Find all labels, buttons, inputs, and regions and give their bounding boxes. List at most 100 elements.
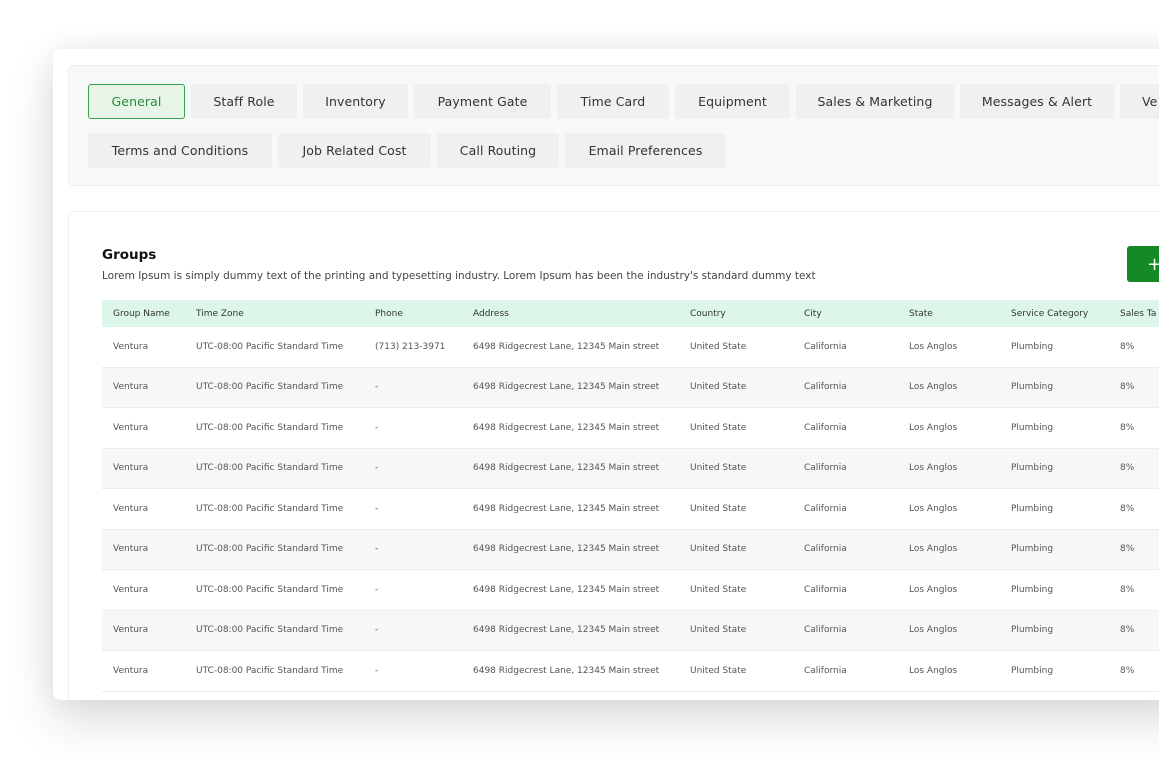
cell-time-zone: UTC-08:00 Pacific Standard Time [196, 341, 344, 352]
cell-address: 6498 Ridgecrest Lane, 12345 Main street [473, 422, 660, 433]
cell-city: California [804, 544, 847, 555]
cell-service-category: Plumbing [1011, 544, 1054, 555]
cell-state: Los Anglos [909, 382, 958, 393]
cell-sales-tax: 8% [1120, 584, 1135, 595]
tab-staff-role[interactable]: Staff Role [191, 84, 297, 119]
cell-country: United State [690, 584, 747, 595]
cell-address: 6498 Ridgecrest Lane, 12345 Main street [473, 584, 660, 595]
tab-payment-gate[interactable]: Payment Gate [414, 84, 551, 119]
tab-call-routing[interactable]: Call Routing [437, 133, 559, 168]
add-group-button[interactable]: + [1127, 246, 1159, 282]
table-row[interactable]: Ventura UTC-08:00 Pacific Standard Time - 6… [102, 570, 1159, 611]
column-header-country[interactable]: Country [690, 300, 726, 327]
column-header-sales-tax[interactable]: Sales Ta [1120, 300, 1156, 327]
cell-city: California [804, 584, 847, 595]
cell-service-category: Plumbing [1011, 341, 1054, 352]
cell-state: Los Anglos [909, 544, 958, 555]
cell-country: United State [690, 341, 747, 352]
cell-country: United State [690, 625, 747, 636]
cell-phone: - [375, 463, 379, 474]
tab-general[interactable]: General [88, 84, 185, 119]
tab-equipment[interactable]: Equipment [675, 84, 790, 119]
cell-group-name: Ventura [113, 625, 149, 636]
cell-group-name: Ventura [113, 503, 149, 514]
column-header-service-category[interactable]: Service Category [1011, 300, 1088, 327]
tab-time-card[interactable]: Time Card [557, 84, 669, 119]
cell-time-zone: UTC-08:00 Pacific Standard Time [196, 503, 344, 514]
cell-time-zone: UTC-08:00 Pacific Standard Time [196, 422, 344, 433]
cell-time-zone: UTC-08:00 Pacific Standard Time [196, 544, 344, 555]
groups-title: Groups [102, 247, 157, 263]
tab-inventory[interactable]: Inventory [303, 84, 408, 119]
cell-group-name: Ventura [113, 544, 149, 555]
cell-group-name: Ventura [113, 584, 149, 595]
table-row[interactable]: Ventura UTC-08:00 Pacific Standard Time - 6… [102, 408, 1159, 449]
cell-sales-tax: 8% [1120, 503, 1135, 514]
cell-phone: - [375, 625, 379, 636]
tab-terms-and-conditions[interactable]: Terms and Conditions [88, 133, 272, 168]
cell-sales-tax: 8% [1120, 665, 1135, 676]
column-header-state[interactable]: State [909, 300, 933, 327]
cell-phone: - [375, 665, 379, 676]
cell-phone: - [375, 422, 379, 433]
cell-sales-tax: 8% [1120, 544, 1135, 555]
cell-state: Los Anglos [909, 463, 958, 474]
cell-group-name: Ventura [113, 382, 149, 393]
cell-group-name: Ventura [113, 341, 149, 352]
table-header: Group Name Time Zone Phone Address Country Ci… [102, 300, 1159, 327]
cell-address: 6498 Ridgecrest Lane, 12345 Main street [473, 544, 660, 555]
cell-service-category: Plumbing [1011, 625, 1054, 636]
cell-state: Los Anglos [909, 584, 958, 595]
cell-country: United State [690, 382, 747, 393]
cell-address: 6498 Ridgecrest Lane, 12345 Main street [473, 382, 660, 393]
groups-table: Group Name Time Zone Phone Address Country Ci… [102, 300, 1159, 692]
tab-messages-alert[interactable]: Messages & Alert [960, 84, 1114, 119]
cell-sales-tax: 8% [1120, 625, 1135, 636]
cell-time-zone: UTC-08:00 Pacific Standard Time [196, 625, 344, 636]
cell-city: California [804, 503, 847, 514]
cell-phone: - [375, 584, 379, 595]
groups-description: Lorem Ipsum is simply dummy text of the … [102, 270, 816, 282]
cell-city: California [804, 625, 847, 636]
cell-time-zone: UTC-08:00 Pacific Standard Time [196, 665, 344, 676]
table-row[interactable]: Ventura UTC-08:00 Pacific Standard Time - 6… [102, 367, 1159, 408]
cell-country: United State [690, 463, 747, 474]
cell-time-zone: UTC-08:00 Pacific Standard Time [196, 382, 344, 393]
cell-state: Los Anglos [909, 341, 958, 352]
cell-address: 6498 Ridgecrest Lane, 12345 Main street [473, 463, 660, 474]
column-header-time-zone[interactable]: Time Zone [196, 300, 244, 327]
cell-phone: - [375, 503, 379, 514]
table-row[interactable]: Ventura UTC-08:00 Pacific Standard Time (7… [102, 327, 1159, 368]
cell-sales-tax: 8% [1120, 341, 1135, 352]
tab-sales-marketing[interactable]: Sales & Marketing [796, 84, 954, 119]
table-row[interactable]: Ventura UTC-08:00 Pacific Standard Time - 6… [102, 529, 1159, 570]
column-header-city[interactable]: City [804, 300, 822, 327]
settings-tabs-panel: General Staff Role Inventory Payment Gat… [68, 65, 1159, 186]
table-row[interactable]: Ventura UTC-08:00 Pacific Standard Time - 6… [102, 651, 1159, 692]
column-header-address[interactable]: Address [473, 300, 509, 327]
cell-city: California [804, 463, 847, 474]
column-header-phone[interactable]: Phone [375, 300, 403, 327]
table-row[interactable]: Ventura UTC-08:00 Pacific Standard Time - 6… [102, 489, 1159, 530]
table-row[interactable]: Ventura UTC-08:00 Pacific Standard Time - 6… [102, 610, 1159, 651]
cell-phone: (713) 213-3971 [375, 341, 446, 352]
cell-group-name: Ventura [113, 422, 149, 433]
cell-service-category: Plumbing [1011, 584, 1054, 595]
cell-group-name: Ventura [113, 463, 149, 474]
tab-job-related-cost[interactable]: Job Related Cost [278, 133, 431, 168]
cell-city: California [804, 382, 847, 393]
cell-sales-tax: 8% [1120, 422, 1135, 433]
tab-email-preferences[interactable]: Email Preferences [565, 133, 726, 168]
cell-state: Los Anglos [909, 625, 958, 636]
cell-service-category: Plumbing [1011, 503, 1054, 514]
column-header-group-name[interactable]: Group Name [113, 300, 170, 327]
plus-icon: + [1147, 253, 1159, 275]
table-row[interactable]: Ventura UTC-08:00 Pacific Standard Time - 6… [102, 448, 1159, 489]
cell-address: 6498 Ridgecrest Lane, 12345 Main street [473, 665, 660, 676]
cell-sales-tax: 8% [1120, 463, 1135, 474]
settings-window: General Staff Role Inventory Payment Gat… [53, 49, 1159, 700]
cell-city: California [804, 665, 847, 676]
cell-time-zone: UTC-08:00 Pacific Standard Time [196, 463, 344, 474]
cell-address: 6498 Ridgecrest Lane, 12345 Main street [473, 503, 660, 514]
tab-ve[interactable]: Ve [1120, 84, 1159, 119]
